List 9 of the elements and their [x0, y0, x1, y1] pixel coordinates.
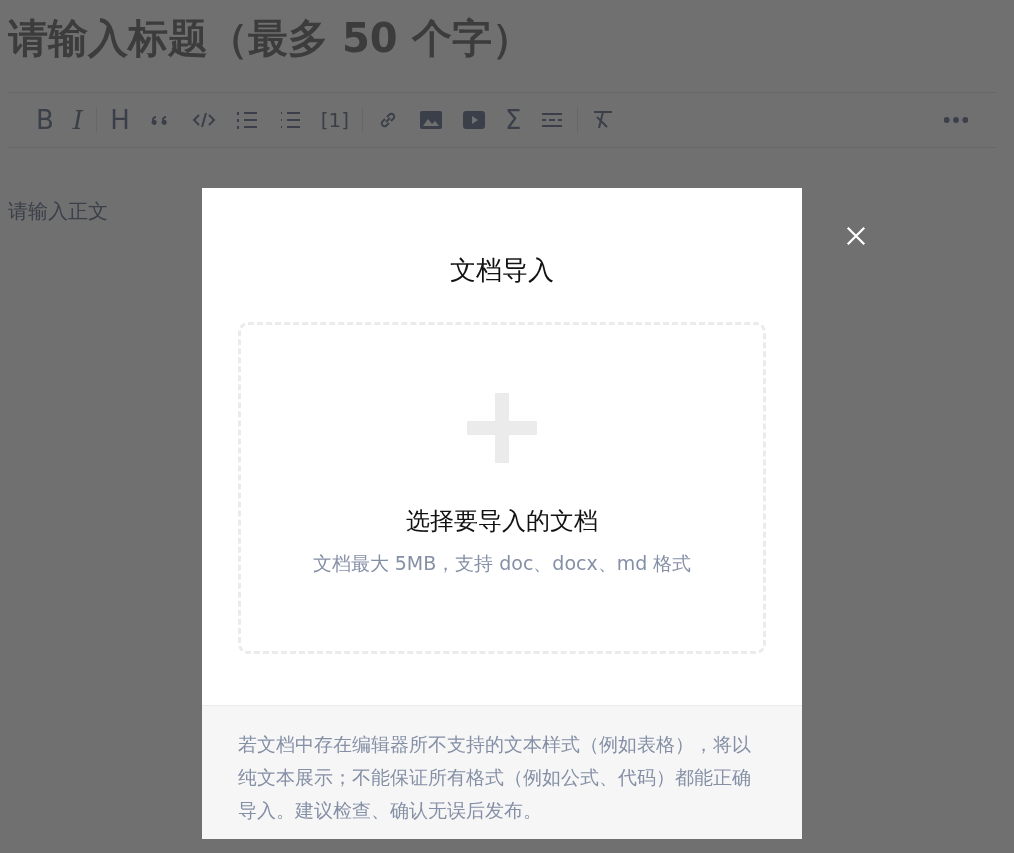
import-note: 若文档中存在编辑器所不支持的文本样式（例如表格），将以纯文本展示；不能保证所有格式（例如公式、代码）都能正确导入。建议检查、确认无误后发布。: [238, 732, 752, 823]
upload-hint: 文档最大 5MB，支持 doc、docx、md 格式: [312, 551, 692, 576]
close-icon[interactable]: [845, 225, 867, 247]
more-icon[interactable]: [942, 115, 970, 125]
video-icon[interactable]: [462, 108, 487, 132]
upload-label: 选择要导入的文档: [406, 506, 598, 537]
image-icon[interactable]: [419, 108, 444, 132]
dialog-title: 文档导入: [449, 254, 555, 287]
upload-area[interactable]: 选择要导入的文档 文档最大 5MB，支持 doc、docx、md 格式: [238, 322, 766, 654]
